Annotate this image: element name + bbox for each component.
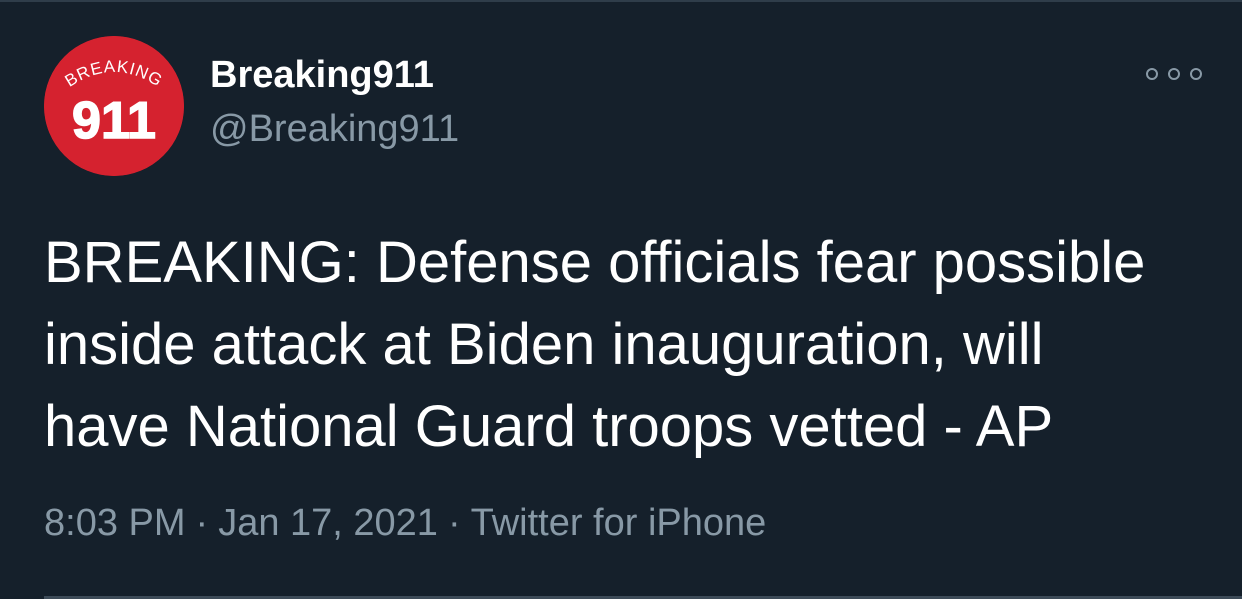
breaking911-logo: BREAKING 911 [44,36,184,176]
more-dot [1190,68,1202,80]
display-name[interactable]: Breaking911 [210,54,434,97]
tweet-text-line: inside attack at Biden inauguration, wil… [44,312,1044,377]
user-handle[interactable]: @Breaking911 [210,108,459,151]
meta-separator: · [447,502,461,544]
meta-separator: · [195,502,209,544]
more-dot [1146,68,1158,80]
logo-text-main: 911 [72,92,156,150]
tweet-text: BREAKING: Defense officials fear possibl… [44,222,1224,468]
tweet-date[interactable]: Jan 17, 2021 [218,502,438,544]
tweet-text-line: BREAKING: Defense officials fear possibl… [44,230,1146,295]
tweet-time[interactable]: 8:03 PM [44,502,186,544]
more-options-icon[interactable] [1146,62,1202,86]
tweet-text-line: have National Guard troops vetted - AP [44,394,1054,459]
tweet-card: BREAKING 911 Breaking911 @Breaking911 BR… [0,0,1242,599]
more-dot [1168,68,1180,80]
tweet-source[interactable]: Twitter for iPhone [471,502,767,544]
tweet-metadata: 8:03 PM · Jan 17, 2021 · Twitter for iPhone [44,502,766,545]
avatar[interactable]: BREAKING 911 [44,36,184,176]
